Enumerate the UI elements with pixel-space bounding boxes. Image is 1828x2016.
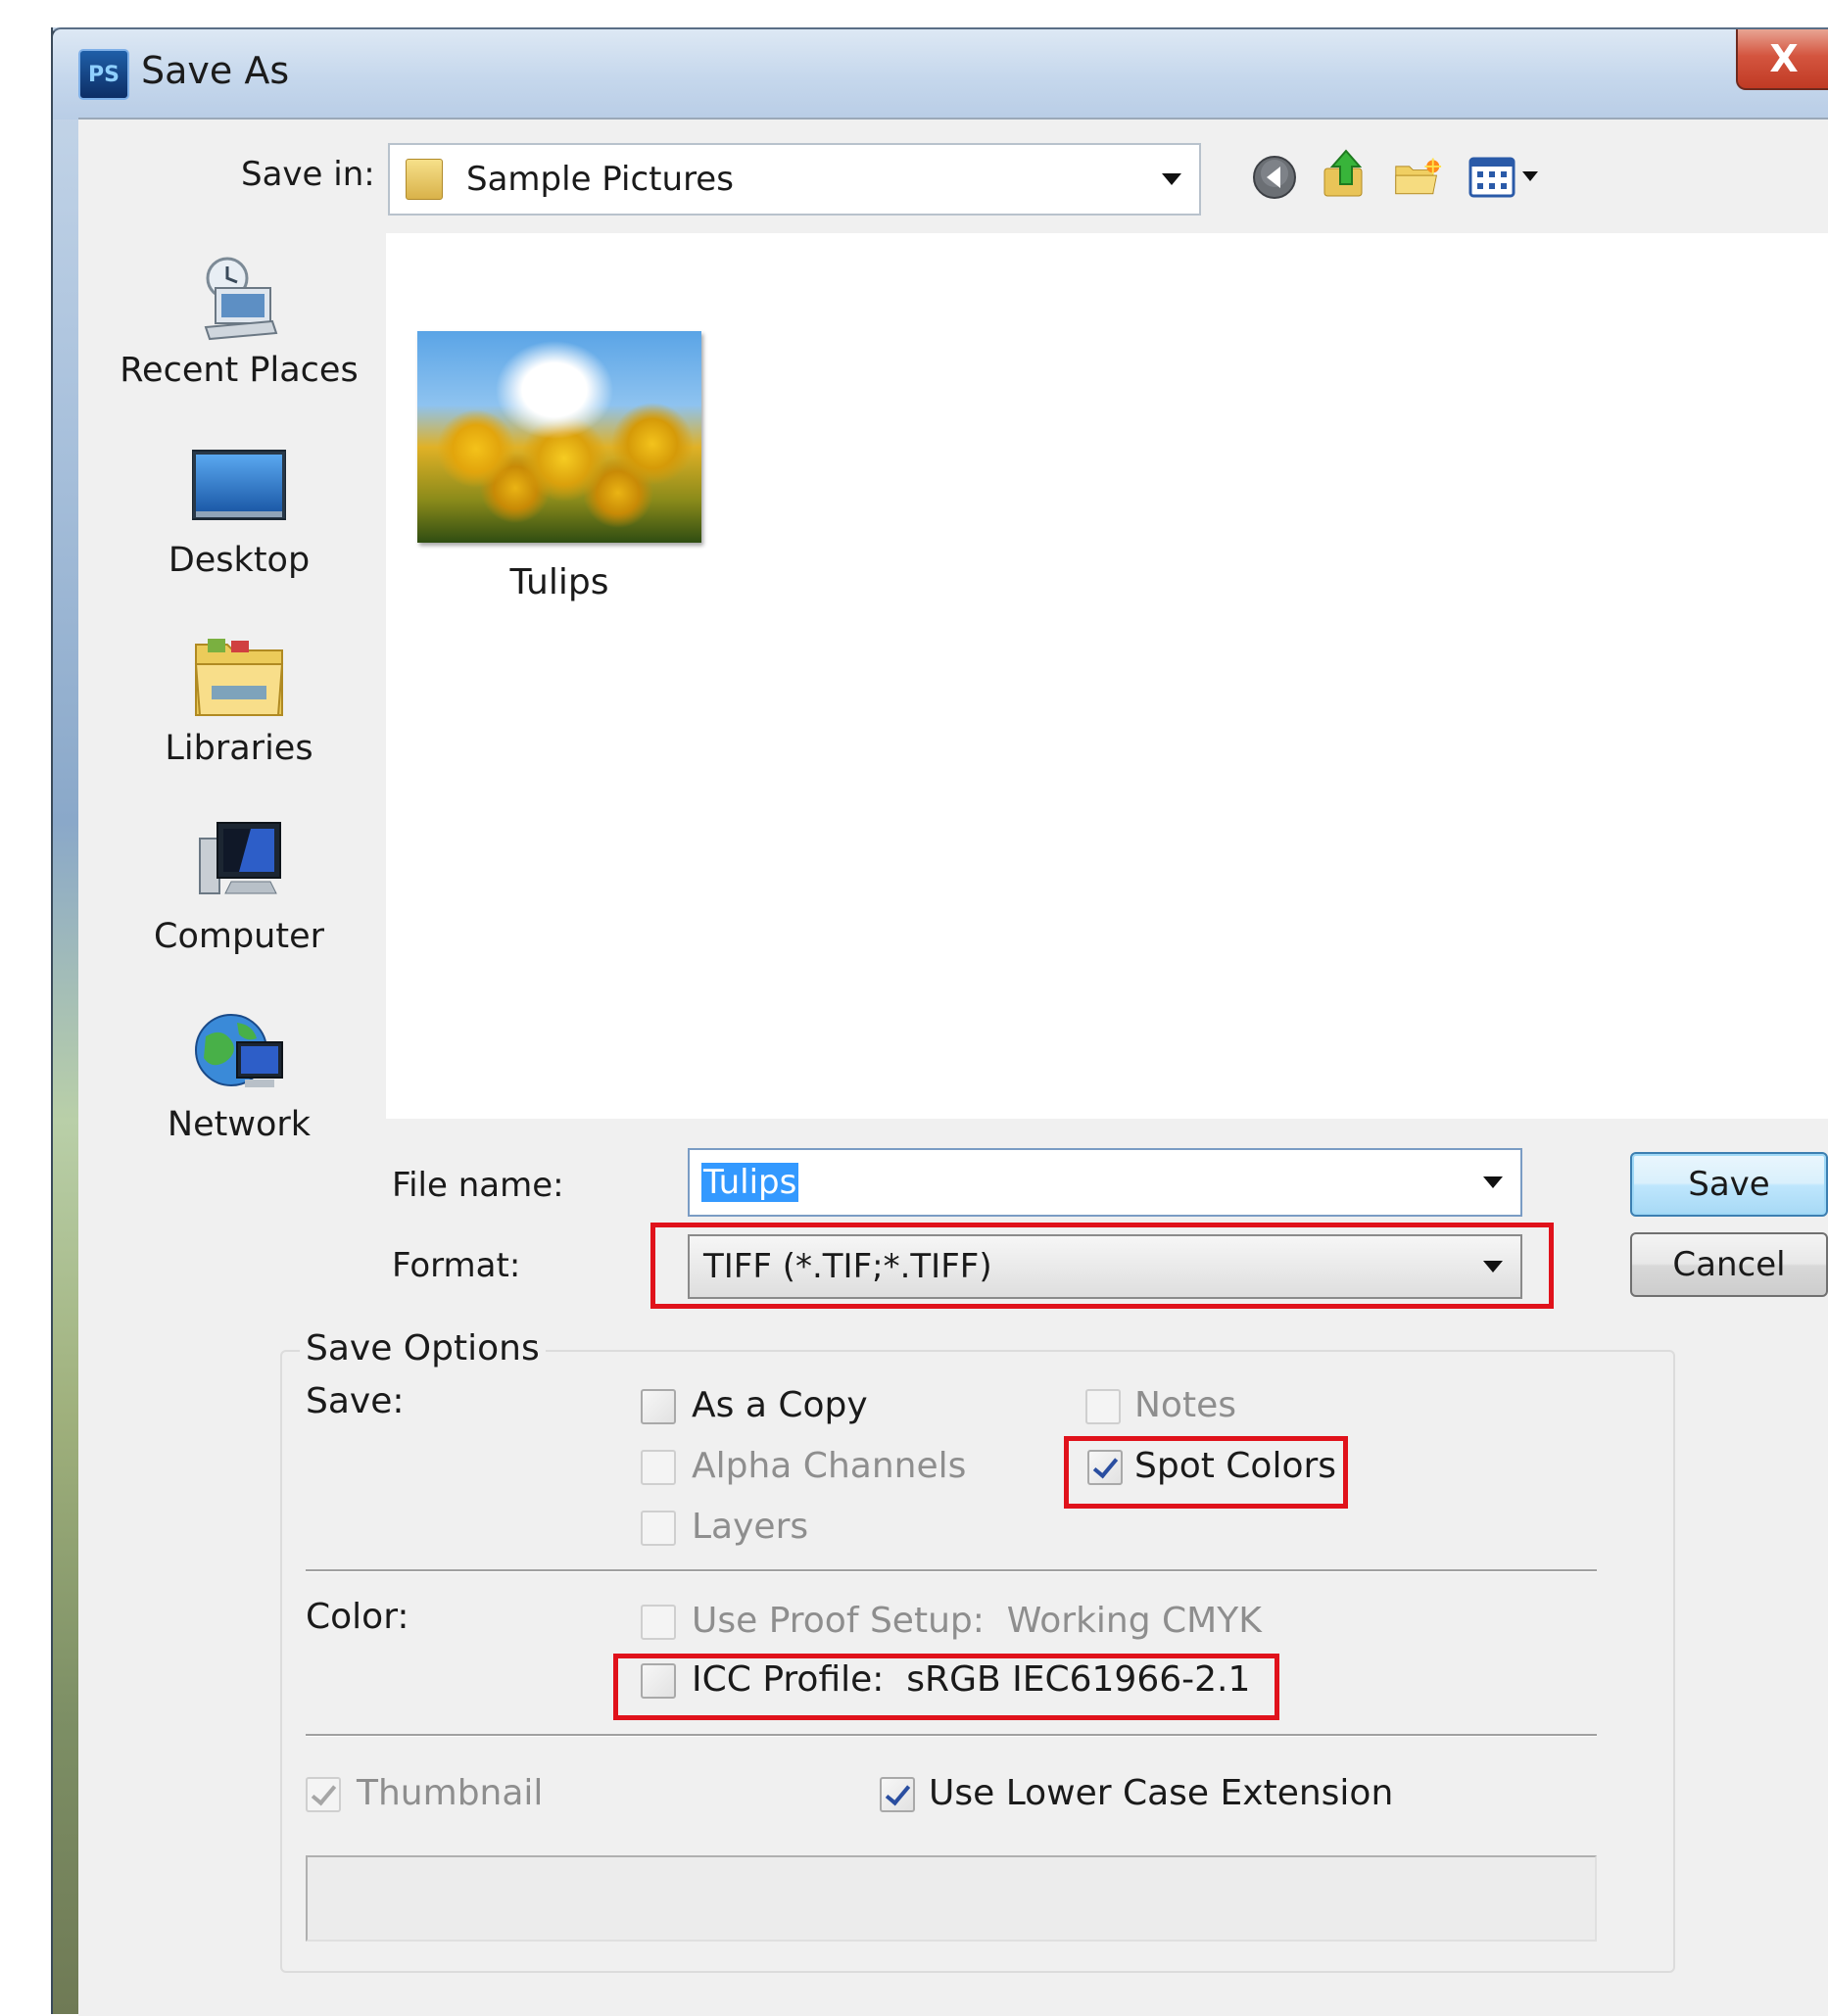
place-computer[interactable]: Computer — [98, 819, 380, 956]
back-icon[interactable] — [1250, 153, 1299, 202]
notes-checkbox[interactable] — [1085, 1389, 1121, 1424]
use-proof-setup-text: Use Proof Setup: — [692, 1601, 985, 1641]
place-libraries[interactable]: Libraries — [98, 631, 380, 768]
notes-label[interactable]: Notes — [1134, 1385, 1236, 1425]
title-bar[interactable] — [51, 27, 1828, 120]
use-proof-setup-label[interactable]: Use Proof Setup: Working CMYK — [692, 1601, 1262, 1641]
folder-icon — [406, 159, 443, 200]
save-button[interactable]: Save — [1630, 1152, 1828, 1217]
file-name-label: File name: — [392, 1166, 564, 1205]
save-label: Save: — [306, 1381, 405, 1421]
network-icon — [192, 1007, 286, 1101]
file-item-label[interactable]: Tulips — [417, 562, 701, 602]
libraries-icon — [192, 631, 286, 725]
view-menu-icon[interactable] — [1467, 153, 1546, 202]
use-proof-setup-value: Working CMYK — [1006, 1601, 1262, 1641]
close-button[interactable]: X — [1736, 29, 1828, 90]
place-label: Desktop — [168, 541, 311, 580]
warning-message-box — [306, 1855, 1597, 1942]
separator — [306, 1569, 1597, 1572]
format-label: Format: — [392, 1246, 521, 1285]
separator — [306, 1734, 1597, 1737]
chevron-down-icon — [1162, 173, 1181, 185]
place-label: Network — [167, 1105, 312, 1144]
place-recent-places[interactable]: Recent Places — [98, 253, 380, 390]
photoshop-app-icon: PS — [78, 49, 129, 100]
as-a-copy-label[interactable]: As a Copy — [692, 1385, 868, 1425]
thumbnail-checkbox[interactable] — [306, 1777, 341, 1812]
cancel-button[interactable]: Cancel — [1630, 1232, 1828, 1297]
recent-places-icon — [192, 253, 286, 347]
file-name-value: Tulips — [701, 1163, 799, 1202]
chevron-down-icon — [1483, 1176, 1503, 1188]
window-title: Save As — [141, 49, 290, 92]
save-in-dropdown[interactable]: Sample Pictures — [388, 143, 1201, 216]
desktop-icon — [191, 443, 287, 537]
icc-profile-highlight-box — [613, 1654, 1279, 1720]
as-a-copy-checkbox[interactable] — [641, 1389, 676, 1424]
alpha-channels-label[interactable]: Alpha Channels — [692, 1446, 966, 1486]
layers-label[interactable]: Layers — [692, 1507, 808, 1547]
color-label: Color: — [306, 1597, 409, 1637]
format-highlight-box — [650, 1223, 1554, 1309]
save-in-value: Sample Pictures — [466, 160, 734, 199]
layers-checkbox[interactable] — [641, 1511, 676, 1546]
tulips-thumbnail[interactable] — [417, 331, 701, 543]
file-name-input[interactable]: Tulips — [688, 1148, 1522, 1217]
use-proof-setup-checkbox[interactable] — [641, 1605, 676, 1640]
place-label: Libraries — [165, 729, 313, 768]
use-lower-case-extension-checkbox[interactable] — [880, 1777, 915, 1812]
new-folder-icon[interactable] — [1393, 153, 1442, 202]
window-left-border — [51, 27, 80, 2014]
save-options-title: Save Options — [300, 1328, 546, 1368]
alpha-channels-checkbox[interactable] — [641, 1450, 676, 1485]
thumbnail-label[interactable]: Thumbnail — [357, 1773, 543, 1813]
save-in-label: Save in: — [241, 155, 375, 194]
places-bar: Recent Places Desktop Libraries Computer… — [98, 235, 380, 1289]
place-label: Recent Places — [120, 351, 359, 390]
place-desktop[interactable]: Desktop — [98, 443, 380, 580]
spot-colors-highlight-box — [1064, 1436, 1348, 1509]
close-icon: X — [1769, 37, 1799, 80]
place-label: Computer — [154, 917, 324, 956]
computer-icon — [192, 819, 286, 913]
use-lower-case-extension-label[interactable]: Use Lower Case Extension — [929, 1773, 1393, 1813]
up-folder-icon[interactable] — [1321, 149, 1370, 198]
place-network[interactable]: Network — [98, 1007, 380, 1144]
